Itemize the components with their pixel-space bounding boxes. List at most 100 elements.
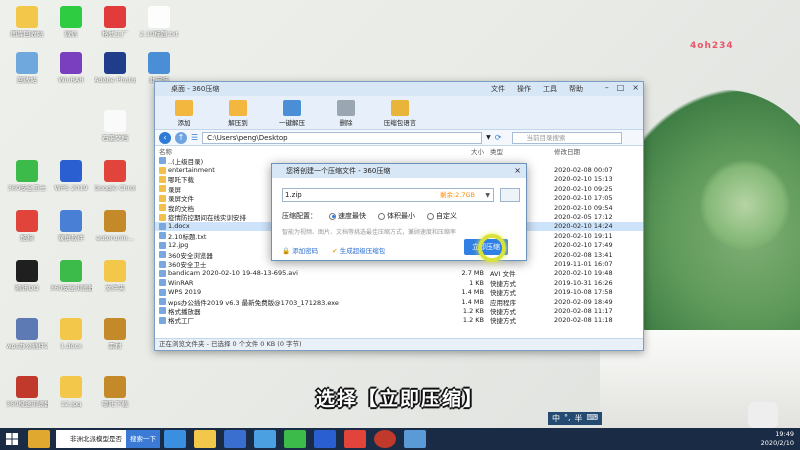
chevron-down-icon[interactable]: ▼ [486,134,491,141]
taskbar-app-icon[interactable] [28,430,50,448]
desktop-icon[interactable]: 回收站 [6,52,48,84]
delete-button[interactable]: 删除 [327,100,365,129]
close-icon[interactable]: × [514,164,521,178]
360-compress-icon[interactable] [404,430,426,448]
view-icon[interactable]: ☰ [191,133,198,142]
chevron-down-icon[interactable]: ▼ [485,189,490,202]
desktop-icon[interactable]: 微信 [50,6,92,38]
window-titlebar[interactable]: 桌面 - 360压缩 文件 操作 工具 帮助 – □ × [155,82,643,96]
file-date: 2020-02-09 18:49 [554,297,613,306]
system-clock[interactable]: 19:49 2020/2/10 [761,430,794,448]
taskbar-search-button[interactable]: 搜索一下 [126,430,160,448]
refresh-icon[interactable]: ⟳ [495,133,502,142]
360-browser-icon[interactable] [284,430,306,448]
archive-language-button[interactable]: 压缩包语言 [381,100,419,129]
radio-icon [427,212,434,220]
desktop-icon[interactable]: Adobe Photosho... [94,52,136,84]
keyboard-icon[interactable]: ⌨ [587,413,599,424]
subtitle-caption: 选择【立即压缩】 [315,388,484,410]
close-icon[interactable]: × [632,83,639,92]
ime-punct[interactable]: °, [564,413,571,424]
menu-operate[interactable]: 操作 [517,84,531,94]
archive-name-input[interactable]: 1.zip 剩余:2.7GB ▼ [282,188,494,202]
col-date[interactable]: 修改日期 [554,146,634,156]
app-icon [104,210,126,232]
back-icon[interactable]: ‹ [159,131,171,144]
windows-start-icon[interactable] [0,428,24,450]
store-icon[interactable] [224,430,246,448]
dialog-titlebar[interactable]: 您将创建一个压缩文件 - 360压缩 × [272,164,526,178]
desktop-icon[interactable]: 录屏软件 [50,210,92,242]
desktop-icon[interactable]: 360极速浏览器 [6,376,48,408]
desktop-icon[interactable]: 360安全浏览器 [50,260,92,292]
col-size[interactable]: 大小 [429,146,484,156]
folder-icon[interactable] [500,188,520,202]
file-name-cell: 格式工厂 [159,315,429,325]
col-type[interactable]: 类型 [484,146,554,156]
mascot-icon [748,402,778,428]
extract-to-button[interactable]: 解压到 [219,100,257,129]
desktop-icon-label: Adobe Photosho... [94,76,136,84]
desktop-icon[interactable]: 360安全卫士 [6,160,48,192]
file-row[interactable]: wps办公插件2019 v6.3 最新免费版@1703_171283.exe 1.… [155,297,643,307]
menu-help[interactable]: 帮助 [569,84,583,94]
file-row[interactable]: 格式播放器 1.2 KB 快捷方式 2020-02-08 11:17 [155,306,643,316]
desktop-icon[interactable]: wps办公插件2019 v6.3... [6,318,48,350]
option-fastest[interactable]: 速度最快 [329,211,366,221]
ime-half[interactable]: 半 [575,413,583,424]
desktop-icon-label: 2.10标题.txt [139,30,179,38]
desktop-icon[interactable]: 格式工厂 [94,6,136,38]
desktop-icon[interactable]: 图库回收站 [6,6,48,38]
file-date: 2020-02-10 19:48 [554,269,613,278]
search-input[interactable]: 当前目录搜索 [511,131,622,144]
radio-icon [378,212,385,220]
file-name: WinRAR [168,278,194,287]
record-icon[interactable] [374,430,396,448]
desktop-icon[interactable]: autorunin... [94,210,136,242]
cloud-icon[interactable] [254,430,276,448]
menu-tools[interactable]: 工具 [543,84,557,94]
minimize-icon[interactable]: – [605,83,609,92]
taskbar-search-input[interactable]: 非洲北派模型是否能... [56,430,126,448]
file-row[interactable]: bandicam 2020-02-10 19-48-13-695.avi 2.7 … [155,269,643,278]
ie-icon[interactable] [164,430,186,448]
maximize-icon[interactable]: □ [617,83,625,92]
add-button[interactable]: 添加 [165,100,203,129]
desktop-icon[interactable]: 腾讯QQ [6,260,48,292]
super-archive-link[interactable]: ✔ 生成超级压缩包 [332,245,385,255]
file-icon [159,251,166,259]
one-click-extract-button[interactable]: 一键解压 [273,100,311,129]
path-input[interactable]: C:\Users\peng\Desktop [202,131,483,144]
desktop-icon[interactable]: 文件夹 [94,260,136,292]
desktop-icon[interactable]: 酷狗 [6,210,48,242]
option-custom[interactable]: 自定义 [427,211,457,221]
file-row[interactable]: 格式工厂 1.2 KB 快捷方式 2020-02-08 11:18 [155,316,643,325]
file-row[interactable]: WPS 2019 1.4 MB 快捷方式 2019-10-08 17:58 [155,287,643,297]
desktop-icon[interactable]: Google Chrome [94,160,136,192]
ime-toolbar[interactable]: 中 °, 半 ⌨ [548,412,603,425]
wps-icon[interactable] [314,430,336,448]
desktop-icon[interactable]: 2.10标题.txt [138,6,180,38]
desktop-icon[interactable]: 石墨文档 [94,110,136,142]
ime-chinese[interactable]: 中 [552,413,560,424]
config-label: 压缩配置： [282,212,317,220]
desktop-icon-label: wps办公插件2019 v6.3... [6,342,48,350]
explorer-icon[interactable] [194,430,216,448]
option-smallest[interactable]: 体积最小 [378,211,415,221]
up-icon[interactable]: ↑ [175,131,187,144]
file-name: ..(上级目录) [168,157,204,166]
desktop-icon[interactable]: 此电脑 [138,52,180,84]
desktop-icon[interactable]: 素材 [94,318,136,350]
file-date: 2020-02-10 17:05 [554,194,613,203]
chrome-icon[interactable] [344,430,366,448]
desktop-icon[interactable]: WPS 2019 [50,160,92,192]
col-name[interactable]: 名称 [159,146,429,156]
file-row[interactable]: WinRAR 1 KB 快捷方式 2019-10-31 16:26 [155,278,643,288]
desktop-icon[interactable]: 1.docx [50,318,92,350]
desktop-icon[interactable]: WinRAR [50,52,92,84]
desktop-icon[interactable]: 12.jpg [50,376,92,408]
desktop-icon[interactable]: 哪吒下载 [94,376,136,408]
file-date: 2019-10-08 17:58 [554,288,613,297]
add-password-link[interactable]: 🔒 添加密码 [282,245,318,255]
menu-file[interactable]: 文件 [491,84,505,94]
